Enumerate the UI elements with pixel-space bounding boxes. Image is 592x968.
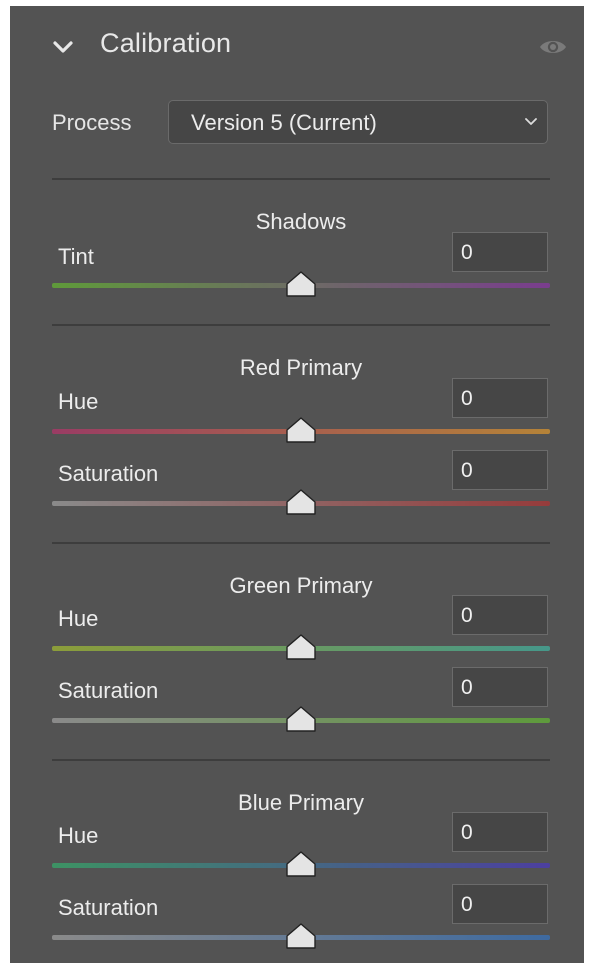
red-primary-hue-value: 0 [461,387,473,410]
eye-icon[interactable] [538,36,568,58]
green-primary-hue-value: 0 [461,604,473,627]
blue-primary-saturation-value: 0 [461,893,473,916]
process-version-dropdown[interactable]: Version 5 (Current) [168,100,548,144]
green-primary-hue-value-input[interactable]: 0 [452,595,548,635]
process-version-value: Version 5 (Current) [191,110,377,135]
red-primary-saturation-slider-thumb[interactable] [286,489,316,515]
blue-primary-hue-value-input[interactable]: 0 [452,812,548,852]
section-divider [52,542,550,544]
green-primary-saturation-label: Saturation [58,678,159,703]
panel-header[interactable]: Calibration [10,6,584,86]
green-primary-saturation-value-input[interactable]: 0 [452,667,548,707]
green-primary-hue-slider-thumb[interactable] [286,634,316,660]
blue-primary-hue-label: Hue [58,823,99,848]
chevron-down-icon[interactable] [52,36,74,58]
red-primary-saturation-value-input[interactable]: 0 [452,450,548,490]
shadows-tint-value-input[interactable]: 0 [452,232,548,272]
shadows-tint-label: Tint [58,244,94,269]
section-divider [52,324,550,326]
green-primary-saturation-slider-thumb[interactable] [286,706,316,732]
red-primary-saturation-label: Saturation [58,461,159,486]
calibration-panel: Calibration Process Version 5 (Current) … [10,6,584,963]
red-primary-hue-value-input[interactable]: 0 [452,378,548,418]
section-divider [52,759,550,761]
process-label: Process [52,110,132,135]
chevron-down-icon [525,118,537,125]
blue-primary-saturation-label: Saturation [58,895,159,920]
panel-title: Calibration [100,28,232,58]
section-divider [52,178,550,180]
blue-primary-saturation-value-input[interactable]: 0 [452,884,548,924]
blue-primary-saturation-slider-thumb[interactable] [286,923,316,949]
blue-primary-hue-value: 0 [461,821,473,844]
green-primary-saturation-value: 0 [461,676,473,699]
red-primary-hue-label: Hue [58,389,99,414]
shadows-tint-slider-thumb[interactable] [286,271,316,297]
red-primary-saturation-value: 0 [461,459,473,482]
blue-primary-hue-slider-thumb[interactable] [286,851,316,877]
green-primary-hue-label: Hue [58,606,99,631]
red-primary-hue-slider-thumb[interactable] [286,417,316,443]
shadows-tint-value: 0 [461,241,473,264]
